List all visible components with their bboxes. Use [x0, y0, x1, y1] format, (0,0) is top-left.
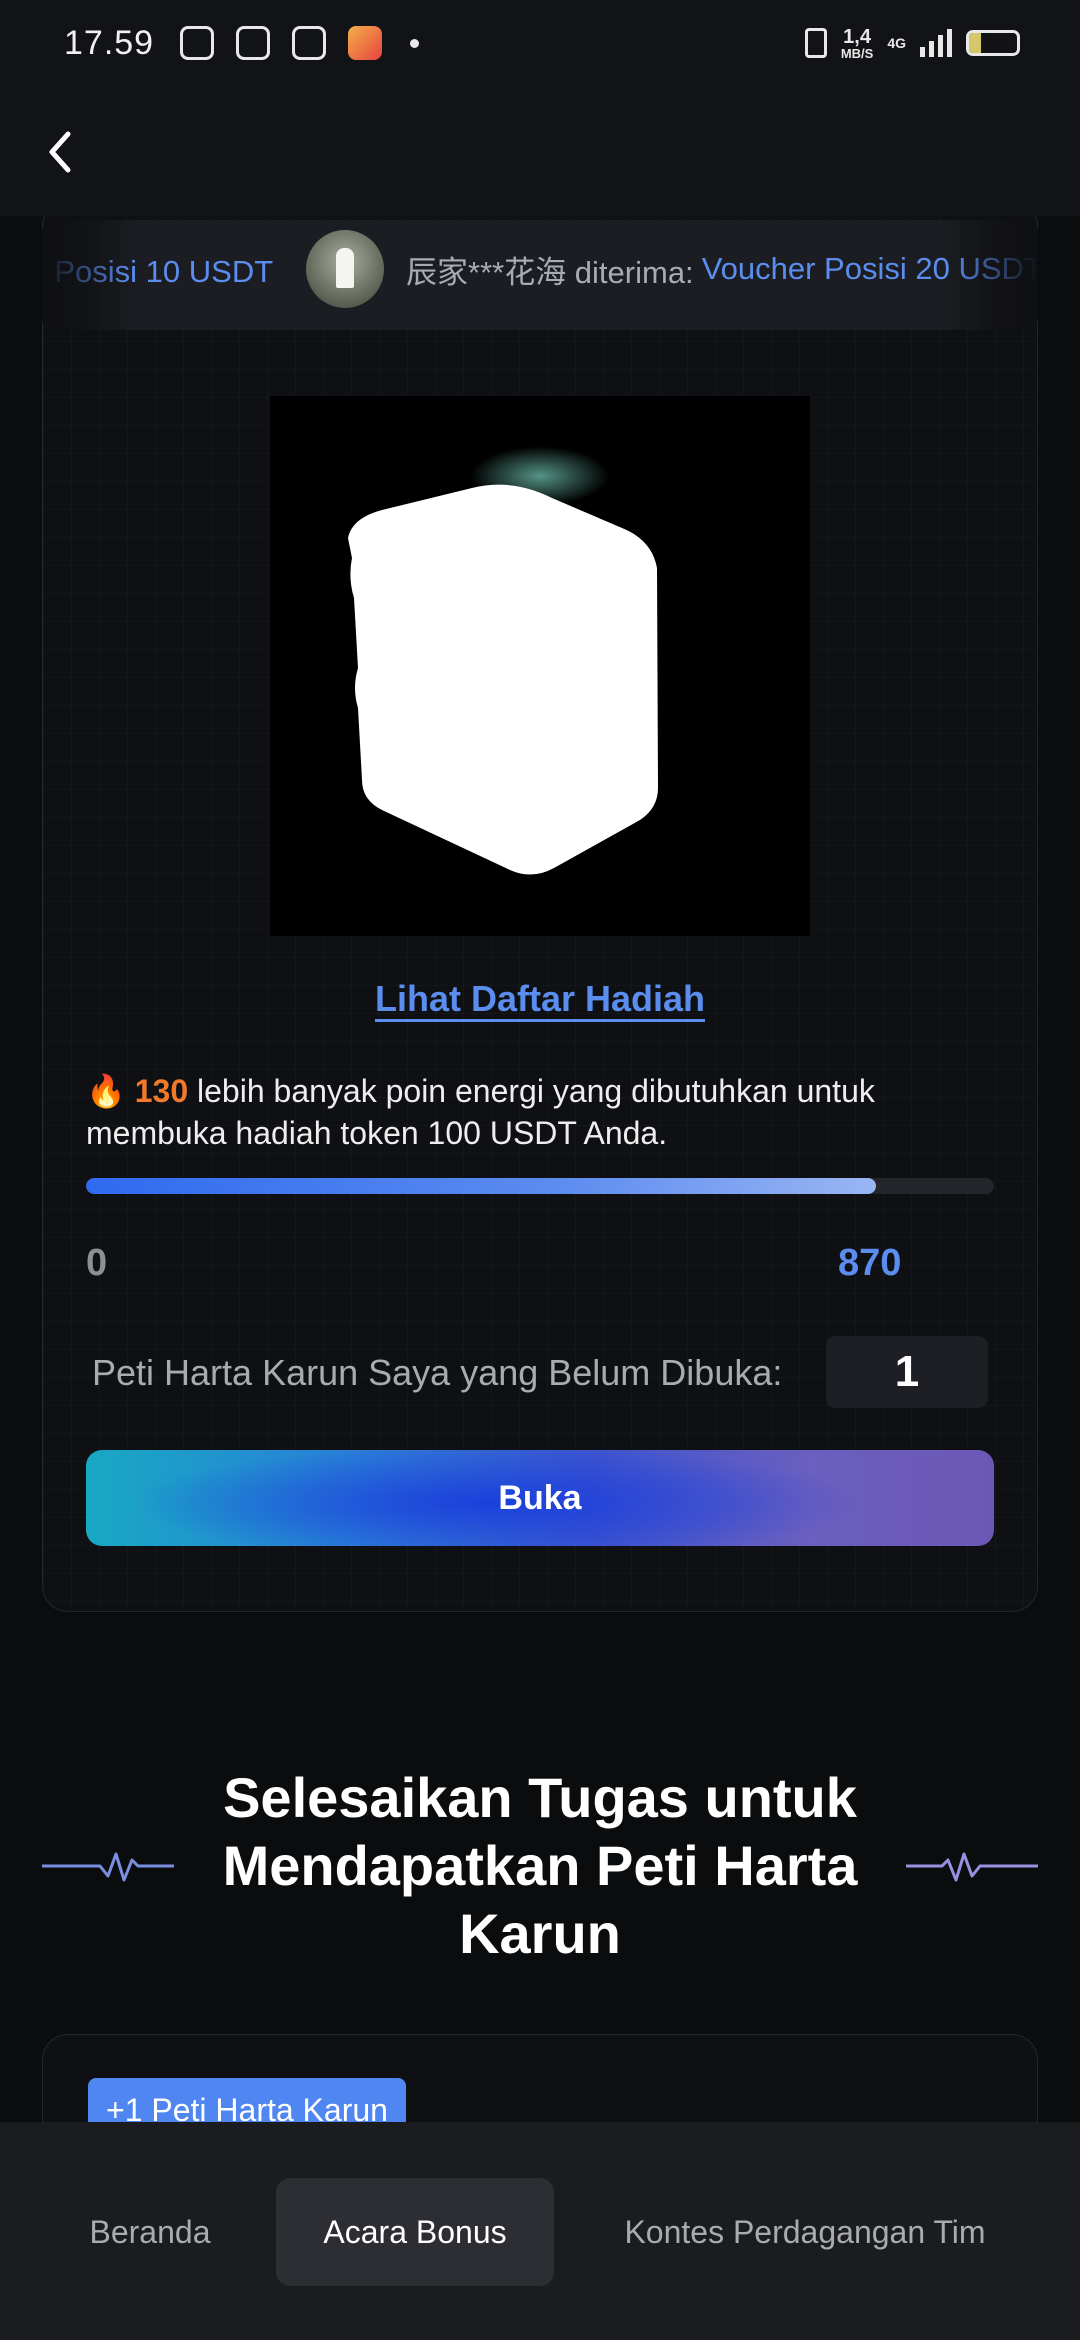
- chest-cube-icon: [348, 484, 658, 875]
- signal-icon: [920, 29, 952, 57]
- game-icon: [348, 26, 383, 60]
- app-icon: [292, 26, 327, 60]
- tab-acara-bonus[interactable]: Acara Bonus: [276, 2178, 554, 2286]
- progress-min: 0: [86, 1242, 108, 1284]
- treasure-chest-image[interactable]: [270, 396, 810, 936]
- tab-kontes-perdagangan-tim[interactable]: Kontes Perdagangan Tim: [590, 2178, 1020, 2286]
- more-notifications-icon: [410, 38, 420, 48]
- network-speed: 1,4 MB/S: [841, 27, 874, 60]
- network-speed-value: 1,4: [843, 25, 871, 48]
- energy-progress-fill: [86, 1178, 876, 1194]
- fire-icon: 🔥: [86, 1073, 126, 1109]
- network-speed-unit: MB/S: [840, 45, 874, 61]
- energy-message: lebih banyak poin energi yang dibutuhkan…: [86, 1073, 875, 1151]
- system-status: 1,4 MB/S 4G 26: [804, 27, 1020, 60]
- vibrate-icon: [804, 28, 827, 58]
- chevron-left-icon: [49, 131, 71, 173]
- status-bar: 17.59 1,4 MB/S 4G 26: [0, 0, 1080, 86]
- bottom-nav: Beranda Acara Bonus Kontes Perdagangan T…: [0, 2122, 1080, 2340]
- avatar: [306, 230, 384, 308]
- instagram-icon: [236, 26, 271, 60]
- prize-list-link[interactable]: Lihat Daftar Hadiah: [0, 978, 1080, 1020]
- battery-icon: 26: [966, 30, 1020, 56]
- app-header: [0, 86, 1080, 216]
- network-type: 4G: [887, 35, 906, 51]
- progress-max: 870: [838, 1242, 902, 1284]
- tab-beranda[interactable]: Beranda: [60, 2178, 240, 2286]
- back-button[interactable]: [34, 126, 86, 178]
- energy-progress-bar: [86, 1178, 994, 1194]
- winners-ticker: Voucher Posisi 10 USDT 辰家***花海 diterima:…: [42, 220, 1038, 330]
- energy-requirement-text: 🔥 130 lebih banyak poin energi yang dibu…: [86, 1070, 986, 1154]
- notification-icons: [180, 26, 420, 60]
- energy-points: 130: [134, 1073, 189, 1109]
- battery-level: 26: [984, 34, 1002, 51]
- page: 17.59 1,4 MB/S 4G 26 10 USDT 辰家***花海 dit…: [0, 0, 1080, 2340]
- section-title: Selesaikan Tugas untuk Mendapatkan Peti …: [222, 1766, 858, 1965]
- pulse-line-icon: [906, 1852, 1038, 1882]
- chat-icon: [180, 26, 215, 60]
- open-chest-button[interactable]: Buka: [86, 1450, 994, 1546]
- unopened-chests-count: 1: [826, 1336, 988, 1408]
- unopened-chests-label: Peti Harta Karun Saya yang Belum Dibuka:: [92, 1352, 783, 1393]
- status-time: 17.59: [64, 23, 155, 62]
- ticker-user: 辰家***花海 diterima:: [406, 254, 694, 290]
- ticker-item: 辰家***花海 diterima: Voucher Posisi 20 USDT: [306, 230, 1038, 308]
- pulse-line-icon: [42, 1852, 174, 1882]
